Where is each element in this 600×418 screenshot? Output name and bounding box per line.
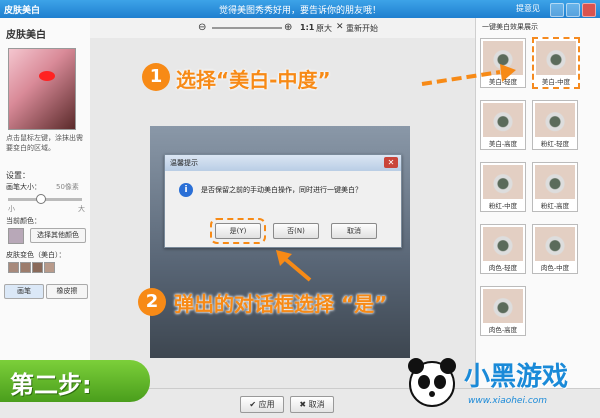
step1-arrow-icon (421, 64, 516, 86)
effect-label: 美白-高度 (488, 140, 518, 148)
step2-number-badge: 2 (138, 288, 166, 316)
feedback-link[interactable]: 提意见 (516, 3, 540, 14)
brush-size-value: 50像素 (56, 183, 79, 191)
choose-color-button[interactable]: 选择其他颜色 (30, 228, 86, 243)
effect-flesh-high[interactable]: 肉色-高度 (480, 286, 526, 336)
toolbar: ⊖ ⊕ 1:1 原大 ✕ 重新开始 (90, 18, 475, 39)
skin-swatch-2[interactable] (20, 262, 31, 273)
step-banner: 第二步: (0, 360, 150, 402)
skin-color-label: 皮肤变色（美白）： (6, 251, 66, 259)
effect-flesh-medium[interactable]: 肉色-中度 (532, 224, 578, 274)
logo-url: www.xiaohei.com (468, 396, 548, 406)
effect-flesh-light[interactable]: 肉色-轻度 (480, 224, 526, 274)
dialog-message: 是否保留之前的手动美白操作，同时进行一键美白？ (201, 186, 362, 194)
step-banner-text: 第二步: (10, 371, 92, 399)
original-size-button[interactable]: 原大 (316, 23, 332, 34)
settings-label: 设置： (6, 171, 30, 180)
effect-label: 肉色-高度 (488, 326, 518, 334)
brush-size-knob[interactable] (36, 194, 46, 204)
banner-text: 觉得美图秀秀好用，要告诉你的朋友哦！ (218, 6, 381, 16)
dialog-close-icon[interactable]: ✕ (384, 157, 398, 168)
dialog-title: 温馨提示 (165, 155, 401, 171)
cancel-label: 取消 (308, 400, 325, 409)
panel-title: 皮肤美白 (6, 30, 46, 41)
tool-eraser-label: 橡皮擦 (56, 287, 78, 295)
dialog-no-button[interactable]: 否(N) (273, 223, 319, 239)
confirm-dialog: 温馨提示 ✕ i 是否保留之前的手动美白操作，同时进行一键美白？ 是(Y) 否(… (164, 154, 402, 248)
effect-label: 肉色-轻度 (488, 264, 518, 272)
info-icon: i (179, 183, 193, 197)
effect-whitening-medium[interactable]: 美白-中度 (532, 37, 580, 89)
skin-swatch-1[interactable] (8, 262, 19, 273)
step2-annotation: 弹出的对话框选择 “是” (174, 292, 388, 316)
effect-label: 粉红-轻度 (540, 140, 570, 148)
current-color-swatch (8, 228, 24, 244)
slider-max-label: 大 (78, 205, 85, 213)
skin-swatch-3[interactable] (32, 262, 43, 273)
effect-whitening-high[interactable]: 美白-高度 (480, 100, 526, 150)
site-logo: 小黑游戏 www.xiaohei.com (402, 350, 600, 417)
effects-panel-title: 一键美白效果展示 (482, 23, 538, 31)
maximize-button[interactable] (566, 3, 580, 17)
effect-label: 肉色-中度 (540, 264, 570, 272)
effect-pink-medium[interactable]: 粉红-中度 (480, 162, 526, 212)
current-color-label: 当前颜色： (6, 217, 41, 225)
effect-pink-light[interactable]: 粉红-轻度 (532, 100, 578, 150)
tool-eraser-button[interactable]: 橡皮擦 (46, 284, 88, 299)
minimize-button[interactable] (550, 3, 564, 17)
tool-brush-button[interactable]: 画笔 (4, 284, 44, 299)
preview-thumbnail (8, 48, 76, 130)
apply-button[interactable]: ✔ 应用 (240, 396, 284, 413)
reset-icon[interactable]: ✕ (336, 22, 344, 32)
usage-hint: 点击鼠标左键，涂抹出需要变白的区域。 (6, 134, 83, 152)
zoom-out-icon[interactable]: ⊖ (198, 22, 206, 33)
effect-label: 美白-中度 (541, 78, 571, 86)
apply-label: 应用 (258, 400, 275, 409)
zoom-slider[interactable] (212, 27, 282, 29)
dialog-cancel-button[interactable]: 取消 (331, 223, 377, 239)
reset-button[interactable]: 重新开始 (346, 23, 378, 34)
step2-arrow-icon (276, 250, 312, 282)
left-panel: 皮肤美白 点击鼠标左键，涂抹出需要变白的区域。 设置： 画笔大小： 50像素 小… (0, 18, 91, 398)
logo-text: 小黑游戏 (464, 362, 569, 392)
close-button[interactable] (582, 3, 596, 17)
effect-label: 粉红-中度 (488, 202, 518, 210)
step1-number-badge: 1 (142, 63, 170, 91)
cancel-button[interactable]: ✖ 取消 (290, 396, 334, 413)
effect-pink-high[interactable]: 粉红-高度 (532, 162, 578, 212)
zoom-ratio[interactable]: 1:1 (300, 23, 314, 32)
dialog-yes-button[interactable]: 是(Y) (210, 218, 266, 244)
effect-label: 粉红-高度 (540, 202, 570, 210)
tool-brush-label: 画笔 (17, 287, 31, 295)
brush-size-label: 画笔大小： (6, 183, 41, 191)
skin-swatch-4[interactable] (44, 262, 55, 273)
step1-annotation: 选择“美白-中度” (176, 68, 331, 92)
title-bar: 皮肤美白 觉得美图秀秀好用，要告诉你的朋友哦！ 提意见 (0, 0, 600, 18)
zoom-in-icon[interactable]: ⊕ (284, 22, 292, 33)
slider-min-label: 小 (8, 205, 15, 213)
panda-icon (408, 358, 456, 407)
